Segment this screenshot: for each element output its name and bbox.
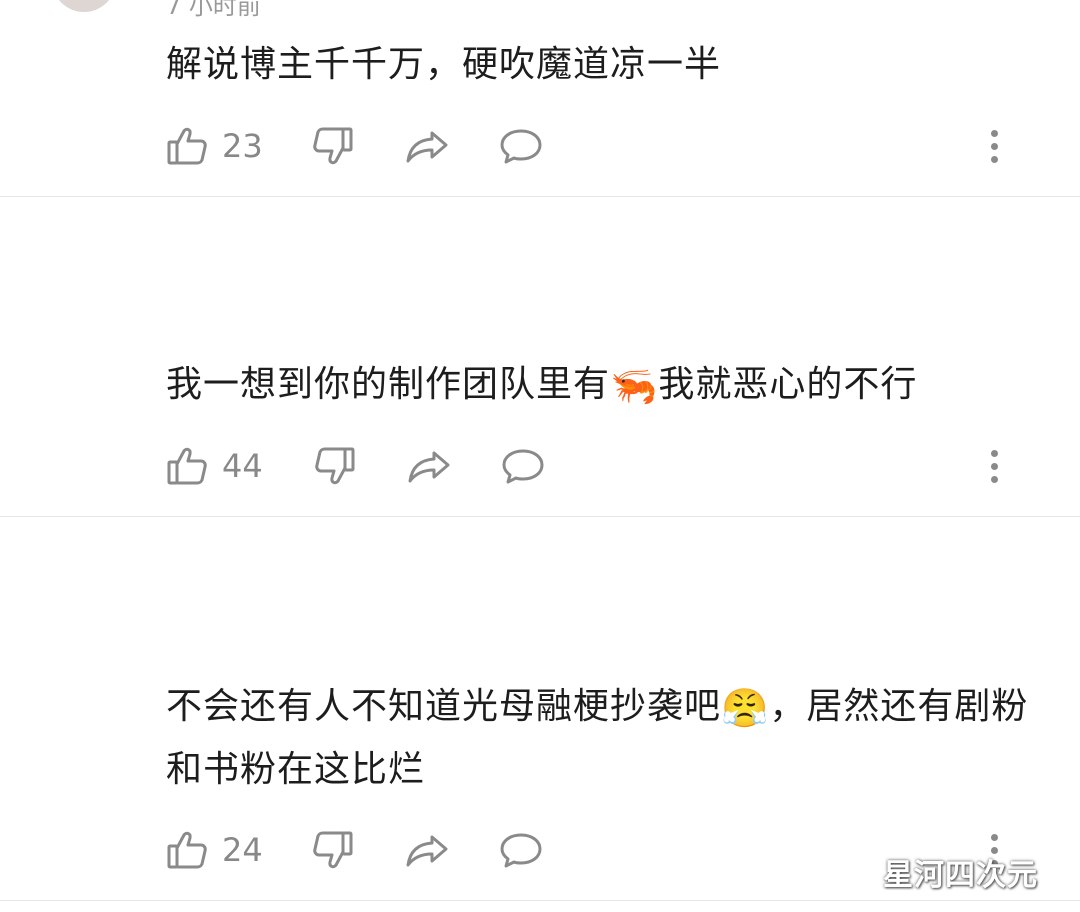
more-options-button[interactable] [982,124,1006,168]
angry-face-emoji: 😤 [721,686,770,730]
comment-text: 我一想到你的制作团队里有🦐我就恶心的不行 [166,354,1044,417]
dislike-button[interactable] [312,124,354,168]
more-dot [990,155,998,163]
like-count: 44 [222,447,263,485]
share-icon [408,451,450,483]
reply-button[interactable] [500,444,546,488]
comment-text: 不会还有人不知道光母融梗抄袭吧😤，居然还有剧粉和书粉在这比烂 [166,676,1044,801]
watermark: 星河四次元 [883,858,1038,893]
comment-timestamp: 7 小时前 [166,0,261,20]
like-button[interactable]: 24 [166,828,263,872]
thumbs-up-icon [167,447,207,485]
share-icon [406,835,448,867]
more-options-button[interactable] [982,444,1006,488]
comment-divider [0,900,1080,901]
more-vertical-icon [990,129,998,137]
share-button[interactable] [404,828,450,872]
like-count: 24 [222,831,263,869]
more-dot [990,475,998,483]
thumbs-down-icon [315,447,355,485]
shrimp-emoji: 🦐 [610,364,659,408]
reply-button[interactable] [498,828,544,872]
comment-body-cont: 我就恶心的不行 [658,364,918,405]
more-vertical-icon [990,449,998,457]
like-count: 23 [222,127,263,165]
comment-body: 解说博主千千万，硬吹魔道凉一半 [166,44,722,85]
dislike-button[interactable] [312,828,354,872]
comment-actions: 23 [166,124,1046,168]
share-icon [406,131,448,163]
like-button[interactable]: 44 [166,444,263,488]
comment-body: 我一想到你的制作团队里有 [166,364,611,405]
more-dot [990,142,998,150]
reply-bubble-icon [500,833,542,868]
comment-divider [0,516,1080,517]
thumbs-down-icon [313,127,353,165]
avatar[interactable] [52,0,116,12]
comment-divider [0,196,1080,197]
comment-body: 不会还有人不知道光母融梗抄袭吧 [166,686,722,727]
like-button[interactable]: 23 [166,124,263,168]
reply-bubble-icon [502,449,544,484]
dislike-button[interactable] [314,444,356,488]
thumbs-up-icon [167,831,207,869]
share-button[interactable] [404,124,450,168]
comment-text: 解说博主千千万，硬吹魔道凉一半 [166,34,1044,96]
share-button[interactable] [406,444,452,488]
more-vertical-icon [990,833,998,841]
reply-button[interactable] [498,124,544,168]
thumbs-up-icon [167,127,207,165]
reply-bubble-icon [500,129,542,164]
more-dot [990,462,998,470]
comment-actions: 44 [166,444,1046,488]
thumbs-down-icon [313,831,353,869]
